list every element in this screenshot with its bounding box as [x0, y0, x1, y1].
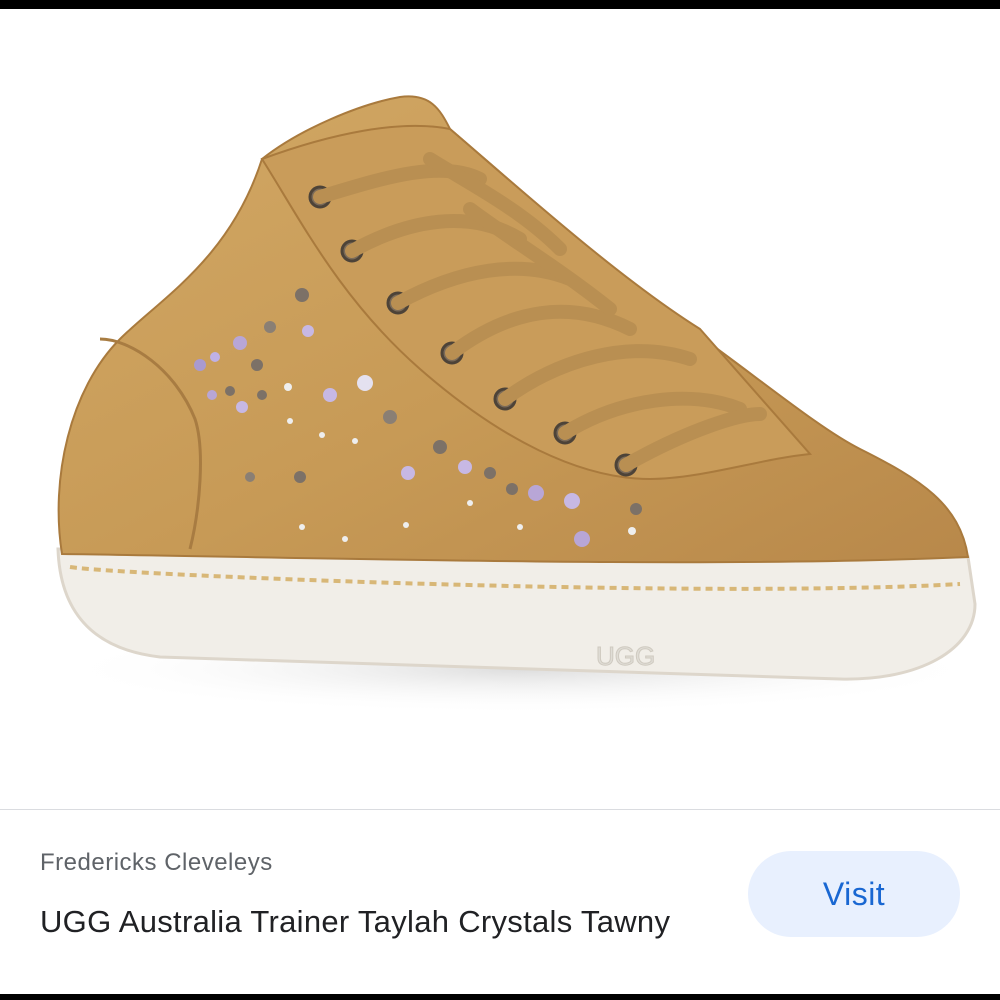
sneaker-illustration: UGG: [50, 95, 990, 714]
product-title[interactable]: UGG Australia Trainer Taylah Crystals Ta…: [40, 899, 680, 945]
visit-button[interactable]: Visit: [748, 851, 960, 937]
source-site[interactable]: Fredericks Cleveleys: [40, 849, 273, 877]
sole-logo: UGG: [596, 641, 655, 671]
product-image[interactable]: UGG: [0, 9, 1000, 809]
screen: UGG Fredericks Cleveleys UGG Australia T…: [0, 9, 1000, 994]
sole: [56, 547, 977, 681]
divider: [0, 809, 1000, 810]
